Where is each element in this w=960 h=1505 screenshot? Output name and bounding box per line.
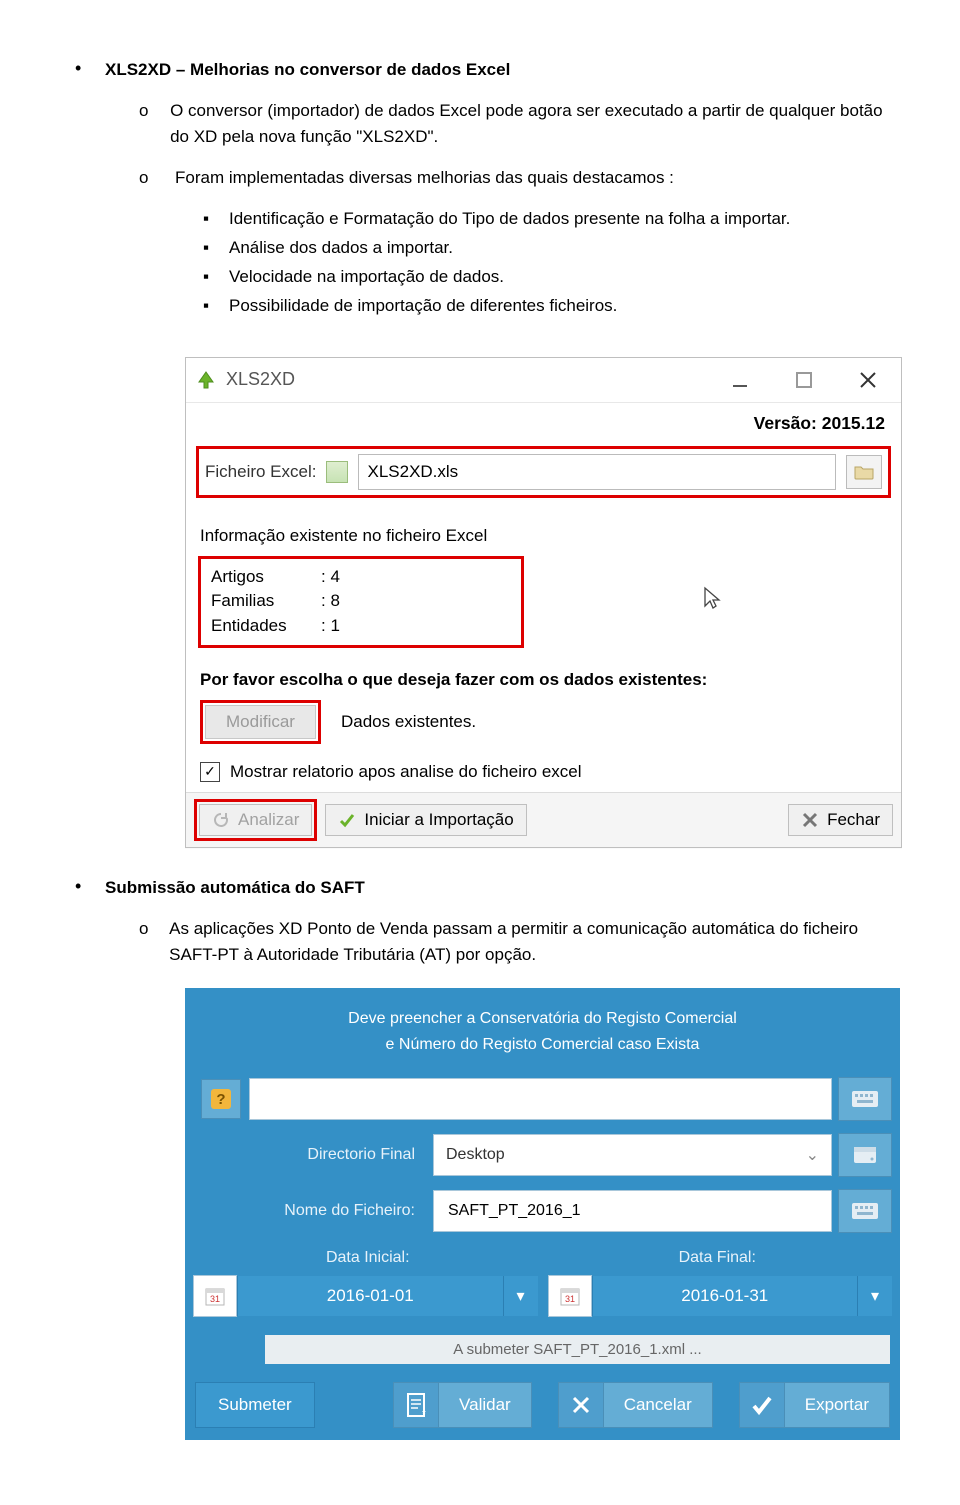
svg-text:31: 31 (210, 1294, 220, 1304)
version-label: Versão: 2015.12 (186, 402, 901, 442)
filename-label: Nome do Ficheiro: (193, 1202, 433, 1220)
square-bullet-icon: ▪ (203, 292, 215, 321)
red-highlight: Modificar (200, 700, 321, 744)
submit-button[interactable]: Submeter (195, 1382, 315, 1428)
disk-icon[interactable] (838, 1133, 892, 1177)
arrow-up-icon (196, 370, 216, 390)
square-bullet-icon: ▪ (203, 263, 215, 292)
analyze-button[interactable]: Analizar (199, 804, 312, 836)
window-title: XLS2XD (226, 369, 703, 390)
end-date-label: Data Final: (543, 1249, 893, 1267)
modify-button[interactable]: Modificar (205, 705, 316, 739)
file-row-highlight: Ficheiro Excel: (196, 446, 891, 498)
filename-input[interactable] (446, 1201, 819, 1221)
sub-bullet-mark: o (139, 98, 152, 151)
start-date-label: Data Inicial: (193, 1249, 543, 1267)
info-row: Artigos: 4 (211, 565, 511, 590)
cursor-icon (702, 597, 724, 616)
saft-header: Deve preencher a Conservatória do Regist… (185, 988, 900, 1071)
chevron-down-icon: ⌄ (806, 1145, 819, 1165)
sub-bullet-mark: o (139, 916, 151, 969)
help-icon[interactable]: ? (201, 1079, 241, 1119)
close-button[interactable] (841, 362, 895, 398)
end-date-field[interactable]: 2016-01-31 (592, 1276, 858, 1316)
sec1-bullet4: Possibilidade de importação de diferente… (229, 292, 617, 321)
close-button-bottom[interactable]: Fechar (788, 804, 893, 836)
sub-bullet-mark: o (139, 165, 157, 191)
validate-button[interactable]: * Validar (393, 1382, 532, 1428)
status-message: A submeter SAFT_PT_2016_1.xml ... (265, 1335, 890, 1364)
square-bullet-icon: ▪ (203, 234, 215, 263)
calendar-icon[interactable]: 31 (193, 1275, 237, 1317)
sec1-bullet3: Velocidade na importação de dados. (229, 263, 504, 292)
keyboard-icon[interactable] (838, 1189, 892, 1233)
section1-para1: O conversor (importador) de dados Excel … (170, 98, 885, 151)
keyboard-icon[interactable] (838, 1077, 892, 1121)
close-icon (801, 811, 819, 829)
refresh-icon (212, 811, 230, 829)
calendar-icon[interactable]: 31 (548, 1275, 592, 1317)
window-title-bar: XLS2XD (186, 358, 901, 402)
square-bullet-icon: ▪ (203, 205, 215, 234)
start-date-field[interactable]: 2016-01-01 (237, 1276, 503, 1316)
section1-title: XLS2XD – Melhorias no conversor de dados… (105, 60, 510, 80)
prompt-label: Por favor escolha o que deseja fazer com… (200, 670, 887, 690)
browse-button[interactable] (846, 455, 882, 489)
sec1-bullet2: Análise dos dados a importar. (229, 234, 453, 263)
red-highlight: Analizar (194, 799, 317, 841)
section2-para1: As aplicações XD Ponto de Venda passam a… (169, 916, 885, 969)
close-icon (559, 1383, 604, 1427)
dropdown-icon[interactable]: ▾ (503, 1276, 538, 1316)
info-row: Entidades: 1 (211, 614, 511, 639)
cancel-button[interactable]: Cancelar (558, 1382, 713, 1428)
export-button[interactable]: Exportar (739, 1382, 890, 1428)
document-icon: * (394, 1383, 439, 1427)
section1-para2: Foram implementadas diversas melhorias d… (175, 165, 674, 191)
svg-text:?: ? (216, 1091, 225, 1108)
show-report-checkbox[interactable]: ✓ (200, 762, 220, 782)
dir-select[interactable]: Desktop ⌄ (433, 1134, 832, 1176)
dropdown-icon[interactable]: ▾ (857, 1276, 892, 1316)
sec1-bullet1: Identificação e Formatação do Tipo de da… (229, 205, 790, 234)
svg-text:*: * (422, 1409, 426, 1418)
bullet-icon: • (75, 878, 87, 895)
check-icon (740, 1383, 785, 1427)
info-row: Familias: 8 (211, 589, 511, 614)
xls-icon (326, 461, 348, 483)
dir-label: Directorio Final (193, 1146, 433, 1164)
info-box-highlight: Artigos: 4 Familias: 8 Entidades: 1 (198, 556, 524, 648)
check-icon (338, 811, 356, 829)
minimize-button[interactable] (713, 362, 767, 398)
file-label: Ficheiro Excel: (205, 462, 316, 482)
start-import-button[interactable]: Iniciar a Importação (325, 804, 526, 836)
button-bar: Analizar Iniciar a Importação Fechar (186, 792, 901, 847)
maximize-button[interactable] (777, 362, 831, 398)
svg-text:31: 31 (564, 1294, 574, 1304)
info-section-label: Informação existente no ficheiro Excel (200, 526, 887, 546)
bullet-icon: • (75, 60, 87, 77)
xls2xd-window: XLS2XD Versão: 2015.12 Ficheiro Excel: I… (185, 357, 902, 848)
checkbox-label: Mostrar relatorio apos analise do fichei… (230, 762, 582, 782)
section2-title: Submissão automática do SAFT (105, 878, 365, 898)
saft-panel: Deve preencher a Conservatória do Regist… (185, 988, 900, 1440)
conservatoria-input[interactable] (262, 1089, 819, 1109)
file-path-input[interactable] (358, 454, 836, 490)
existing-data-label: Dados existentes. (341, 712, 476, 732)
